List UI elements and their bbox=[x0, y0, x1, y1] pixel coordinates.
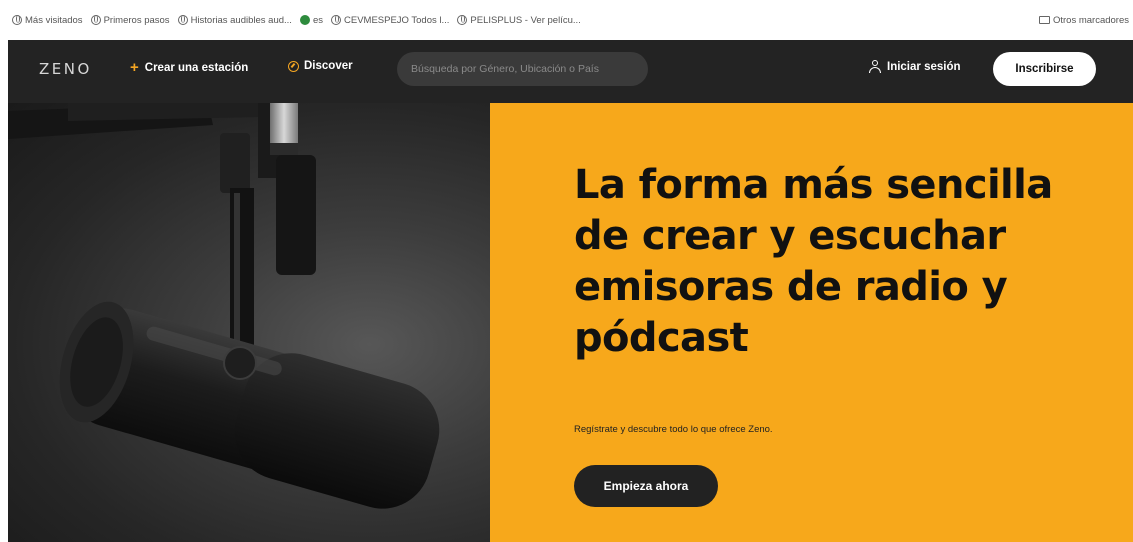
login-link[interactable]: Iniciar sesión bbox=[869, 60, 961, 73]
microphone-illustration bbox=[8, 103, 440, 509]
user-icon bbox=[869, 60, 881, 73]
login-label: Iniciar sesión bbox=[887, 60, 961, 73]
globe-icon bbox=[457, 15, 468, 25]
folder-icon bbox=[1038, 16, 1050, 24]
top-nav: ZENO + Crear una estación Discover Inici… bbox=[8, 51, 1108, 91]
bookmark-item[interactable]: Más visitados bbox=[12, 15, 83, 26]
search-input[interactable] bbox=[397, 52, 648, 86]
green-circle-icon bbox=[299, 15, 310, 25]
other-bookmarks[interactable]: Otros marcadores bbox=[1038, 0, 1129, 40]
globe-icon bbox=[12, 15, 22, 25]
discover-link[interactable]: Discover bbox=[288, 60, 353, 72]
compass-icon bbox=[288, 60, 299, 72]
bookmark-item[interactable]: Primeros pasos bbox=[90, 14, 170, 26]
other-bookmarks-label: Otros marcadores bbox=[1052, 14, 1129, 26]
signup-button[interactable]: Inscribirse bbox=[993, 52, 1096, 86]
bookmark-label: Más visitados bbox=[25, 14, 83, 26]
get-started-button[interactable]: Empieza ahora bbox=[574, 465, 718, 507]
hero-microphone-image bbox=[8, 103, 490, 542]
bookmark-label: PELISPLUS - Ver pelícu... bbox=[470, 14, 581, 26]
globe-icon bbox=[177, 15, 188, 25]
create-station-label: Crear una estación bbox=[144, 61, 249, 74]
bookmark-item[interactable]: es bbox=[299, 14, 323, 26]
bookmark-item[interactable]: Historias audibles aud... bbox=[177, 14, 292, 26]
bookmark-item[interactable]: PELISPLUS - Ver pelícu... bbox=[457, 14, 581, 26]
zeno-logo[interactable]: ZENO bbox=[39, 60, 92, 78]
hero-headline: La forma más sencilla de crear y escucha… bbox=[574, 162, 1053, 361]
discover-label: Discover bbox=[304, 60, 353, 72]
globe-icon bbox=[90, 15, 101, 25]
bookmark-label: Primeros pasos bbox=[103, 14, 170, 26]
plus-icon: + bbox=[130, 59, 139, 76]
hero-subtext: Regístrate y descubre todo lo que ofrece… bbox=[574, 424, 773, 435]
bookmark-item[interactable]: CEVMESPEJO Todos l... bbox=[331, 15, 449, 26]
zeno-site: ZENO + Crear una estación Discover Inici… bbox=[8, 40, 1133, 542]
bookmark-label: CEVMESPEJO Todos l... bbox=[344, 14, 450, 26]
hero-panel: La forma más sencilla de crear y escucha… bbox=[490, 103, 1133, 542]
bookmark-label: es bbox=[312, 14, 323, 26]
bookmarks-bar: Más visitados Primeros pasos Historias a… bbox=[0, 0, 1133, 40]
create-station-link[interactable]: + Crear una estación bbox=[130, 60, 248, 75]
bookmark-label: Historias audibles aud... bbox=[190, 14, 292, 26]
globe-icon bbox=[331, 15, 341, 25]
